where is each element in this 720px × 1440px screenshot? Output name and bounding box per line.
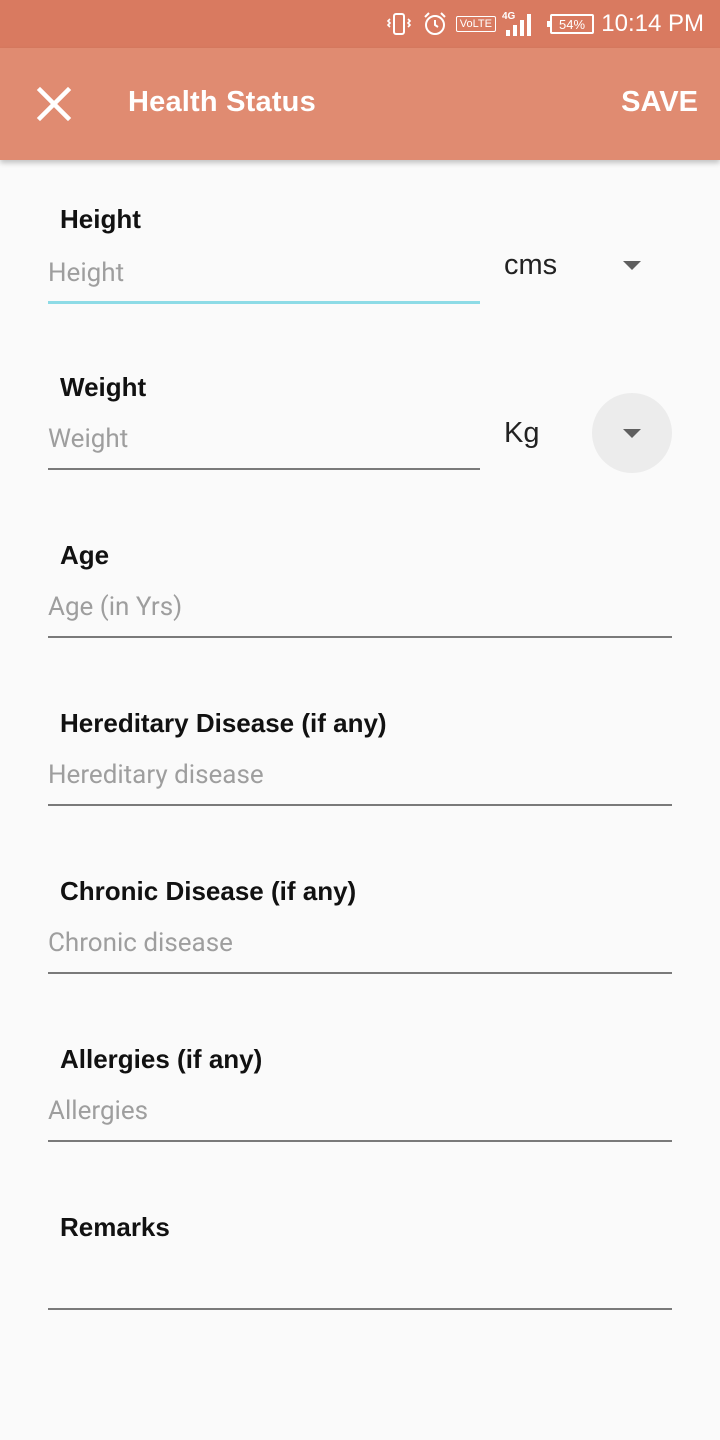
weight-unit-dropdown[interactable] [592,393,672,473]
app-bar: Health Status SAVE [0,48,720,160]
remarks-input[interactable] [48,1260,672,1310]
remarks-label: Remarks [60,1212,170,1242]
battery-level: 54% [558,16,586,32]
allergies-input[interactable] [48,1092,672,1142]
alarm-icon [422,0,448,48]
save-button[interactable]: SAVE [621,86,698,119]
height-unit-value: cms [504,249,558,281]
hereditary-disease-label: Hereditary Disease (if any) [60,708,387,738]
height-label: Height [60,204,141,234]
chronic-disease-label: Chronic Disease (if any) [60,876,357,906]
close-button[interactable] [30,80,78,128]
volte-icon: VoLTE [455,0,496,48]
clock: 10:14 PM [601,10,704,37]
chronic-disease-input[interactable] [48,924,672,974]
chevron-down-icon [623,260,641,270]
weight-label: Weight [60,372,147,402]
status-bar: VoLTE 4G 54% 10:14 PM [0,0,720,48]
height-unit-dropdown[interactable] [592,225,672,305]
weight-input[interactable] [48,420,480,470]
allergies-label: Allergies (if any) [60,1044,263,1074]
chevron-down-icon [623,428,641,438]
close-icon [36,86,72,122]
height-input[interactable] [48,254,480,304]
age-input[interactable] [48,588,672,638]
vibrate-icon [386,0,412,48]
age-label: Age [60,540,110,570]
weight-unit-value: Kg [504,417,540,449]
page-title: Health Status [128,86,316,118]
volte-label: VoLTE [455,16,496,32]
signal-icon: 4G [502,0,536,48]
battery-icon: 54% [547,0,594,48]
network-label: 4G [502,11,516,22]
hereditary-disease-input[interactable] [48,756,672,806]
